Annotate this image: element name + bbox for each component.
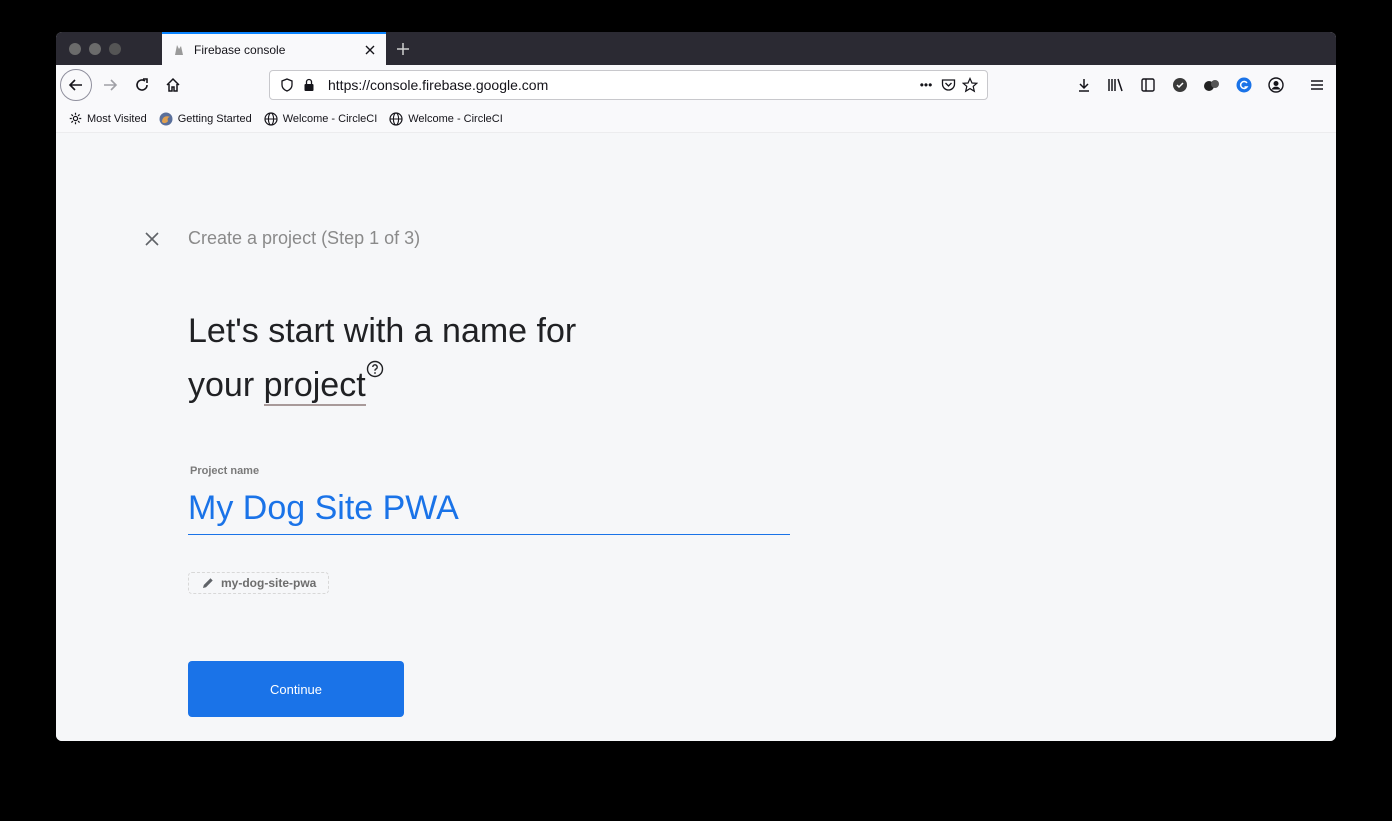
close-icon[interactable] [140, 227, 164, 251]
reload-icon [136, 78, 148, 91]
project-name-label: Project name [190, 465, 260, 477]
new-tab-button[interactable] [392, 38, 414, 60]
back-arrow-icon [68, 79, 82, 91]
reload-button[interactable] [126, 69, 158, 101]
home-icon [166, 77, 180, 92]
tab-strip: Firebase console [56, 32, 1336, 65]
help-icon[interactable] [366, 360, 384, 378]
extension-grammarly-icon[interactable] [1232, 73, 1256, 97]
heading-prefix: your [188, 366, 264, 404]
pencil-icon [203, 578, 213, 588]
tab-close-icon[interactable] [362, 42, 378, 58]
project-definition-link[interactable]: project [263, 366, 366, 406]
hamburger-menu-icon[interactable] [1305, 73, 1329, 97]
forward-button[interactable] [94, 69, 126, 101]
globe-icon [264, 111, 278, 126]
navigation-bar: https://console.firebase.google.com ••• [56, 65, 1336, 105]
project-name-input[interactable] [188, 483, 790, 535]
page-content: Create a project (Step 1 of 3) Let's sta… [56, 133, 1336, 741]
bookmark-label: Most Visited [87, 112, 147, 125]
forward-arrow-icon [104, 79, 118, 91]
close-window-button[interactable] [69, 43, 81, 55]
bookmark-label: Welcome - CircleCI [408, 112, 503, 125]
zoom-window-button[interactable] [109, 43, 121, 55]
firebase-favicon-icon [175, 44, 183, 55]
downloads-icon[interactable] [1072, 73, 1096, 97]
project-id-chip[interactable]: my-dog-site-pwa [188, 572, 330, 594]
bookmark-star-icon[interactable] [959, 74, 981, 96]
bookmark-label: Getting Started [177, 112, 252, 125]
bookmark-label: Welcome - CircleCI [282, 112, 378, 125]
extension-shield-icon[interactable] [1168, 73, 1192, 97]
heading-line-2: your project [188, 358, 708, 412]
bookmark-welcome-circleci[interactable]: Welcome - CircleCI [264, 111, 378, 126]
extension-duo-icon[interactable] [1200, 73, 1224, 97]
page-heading: Let's start with a name for your project [188, 304, 708, 412]
page-actions-menu-icon[interactable]: ••• [915, 74, 937, 96]
tracking-protection-shield-icon[interactable] [276, 74, 298, 96]
back-button[interactable] [60, 69, 92, 101]
heading-line-1: Let's start with a name for [188, 312, 577, 350]
sidebar-icon[interactable] [1136, 73, 1160, 97]
tab-firebase-console[interactable]: Firebase console [162, 32, 386, 65]
firefox-icon [159, 112, 173, 126]
url-text[interactable]: https://console.firebase.google.com [328, 77, 915, 93]
bookmarks-bar: Most Visited Getting Started Welcome - C… [56, 105, 1336, 133]
continue-button[interactable]: Continue [188, 661, 404, 717]
tab-title: Firebase console [194, 42, 286, 57]
bookmark-welcome-circleci[interactable]: Welcome - CircleCI [389, 111, 503, 126]
minimize-window-button[interactable] [89, 43, 101, 55]
gear-icon [68, 112, 82, 126]
project-id-text: my-dog-site-pwa [221, 576, 317, 590]
pocket-icon[interactable] [937, 74, 959, 96]
browser-window: Firebase console https://console.firebas… [56, 32, 1336, 741]
globe-icon [389, 111, 403, 126]
account-icon[interactable] [1264, 73, 1288, 97]
lock-icon[interactable] [298, 74, 320, 96]
library-icon[interactable] [1104, 73, 1128, 97]
step-title: Create a project (Step 1 of 3) [188, 228, 421, 248]
home-button[interactable] [157, 69, 189, 101]
url-bar[interactable]: https://console.firebase.google.com ••• [269, 70, 988, 100]
bookmark-getting-started[interactable]: Getting Started [159, 112, 252, 126]
bookmark-most-visited[interactable]: Most Visited [68, 112, 147, 126]
